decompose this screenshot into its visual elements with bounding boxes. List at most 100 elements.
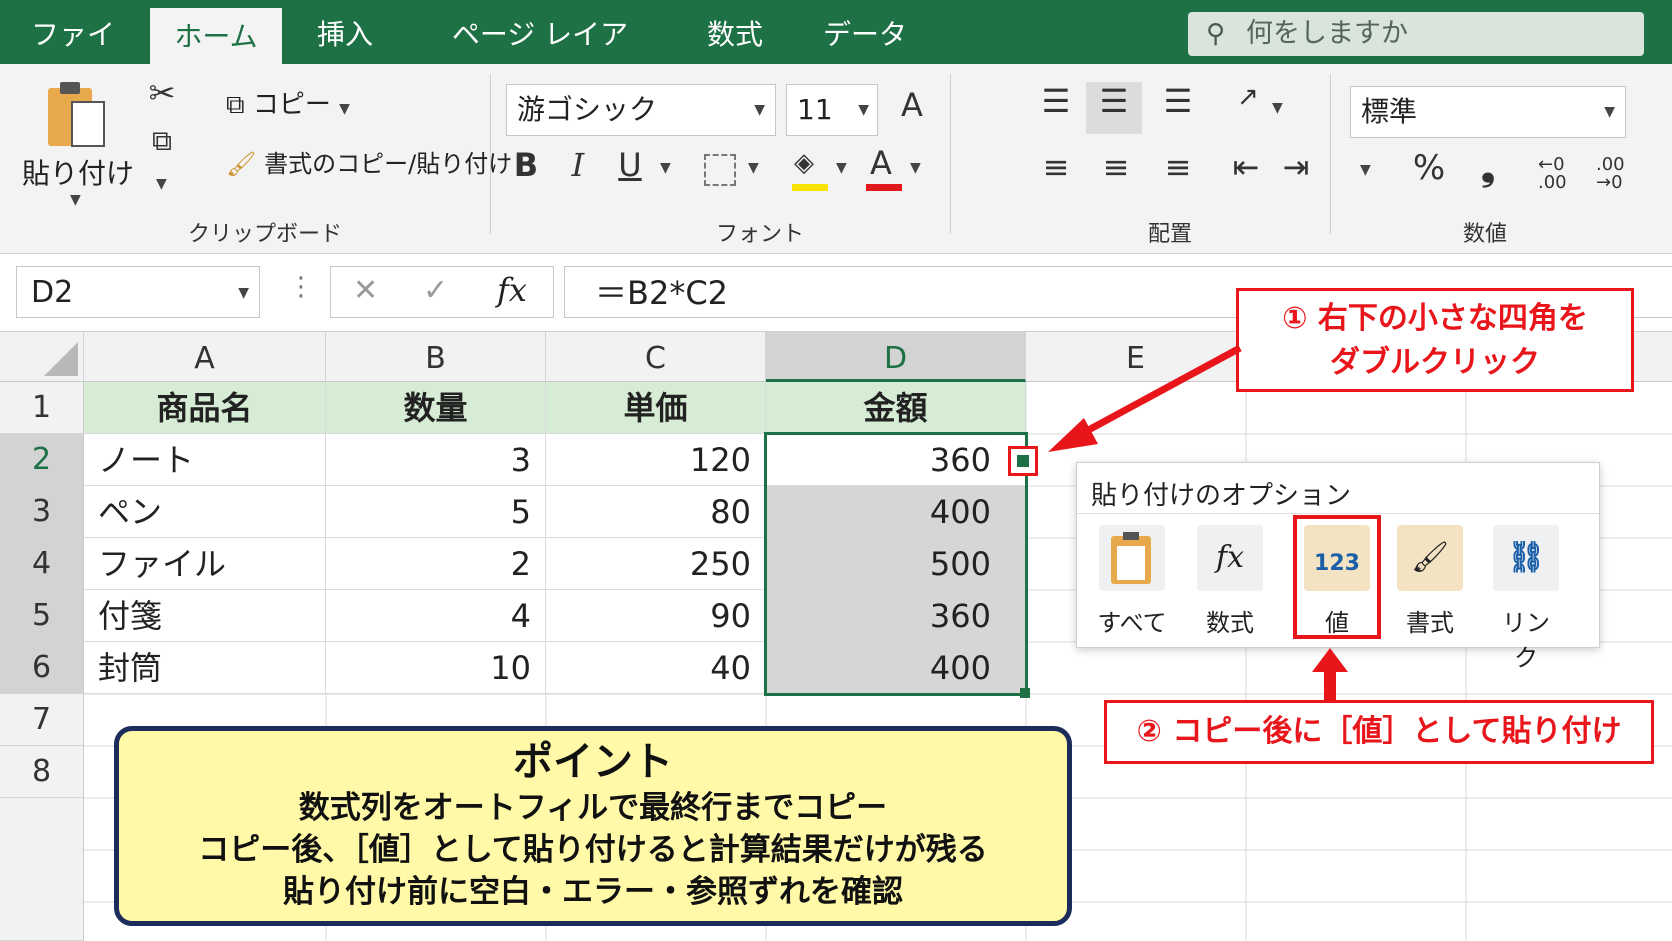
tab-file[interactable]: ファイル: [18, 0, 128, 121]
align-middle-icon[interactable]: ☰: [1086, 82, 1142, 134]
callout-double-click-line2: ダブルクリック: [1330, 345, 1540, 380]
paste-option-formatting[interactable]: 🖌 書式: [1395, 525, 1465, 639]
point-line-2: コピー後、［値］として貼り付けると計算結果だけが残る: [198, 832, 988, 868]
point-title: ポイント: [513, 739, 673, 785]
decrease-decimal-button[interactable]: .00 →0: [1596, 156, 1640, 192]
paste-option-formulas-label: 数式: [1206, 609, 1254, 637]
paste-option-all[interactable]: すべて: [1097, 525, 1167, 639]
tab-data[interactable]: データ: [810, 0, 920, 64]
text-orientation-icon[interactable]: ↗: [1228, 82, 1268, 112]
decrease-decimal-icon: →0: [1596, 172, 1623, 193]
tab-formulas[interactable]: 数式: [690, 0, 780, 64]
fill-color-button[interactable]: ◈: [790, 148, 830, 192]
column-header-a[interactable]: A: [84, 332, 326, 382]
fill-handle-highlight[interactable]: [1008, 446, 1038, 476]
underline-button[interactable]: U: [612, 146, 648, 184]
name-box[interactable]: D2 ▼: [16, 266, 260, 318]
copy-label: コピー: [252, 90, 331, 120]
align-right-icon[interactable]: ≡: [1158, 148, 1198, 186]
row-header-8[interactable]: 8: [0, 746, 84, 798]
point-note-box: ポイント 数式列をオートフィルで最終行までコピー コピー後、［値］として貼り付け…: [114, 726, 1072, 926]
tab-page-layout[interactable]: ページ レイアウト: [440, 0, 640, 121]
tab-insert[interactable]: 挿入: [300, 0, 390, 64]
italic-button[interactable]: I: [560, 146, 596, 184]
select-all-corner[interactable]: [0, 332, 84, 382]
copy-button[interactable]: ⧉ コピー ▼: [226, 84, 350, 124]
selection-corner-handle[interactable]: [1020, 688, 1030, 698]
copy-icon[interactable]: ⧉: [144, 124, 180, 158]
search-placeholder: 何をしますか: [1246, 18, 1408, 49]
row-header-4[interactable]: 4: [0, 538, 84, 590]
tab-home[interactable]: ホーム: [150, 8, 282, 64]
chevron-down-icon[interactable]: ▼: [156, 176, 167, 192]
paste-link-icon: ⛓: [1493, 525, 1559, 591]
chevron-down-icon: ▼: [238, 285, 249, 301]
chevron-down-icon: ▼: [339, 101, 350, 117]
paste-values-123-icon: 123: [1304, 525, 1370, 591]
chevron-down-icon[interactable]: ▼: [748, 160, 759, 176]
column-header-b[interactable]: B: [326, 332, 546, 382]
paste-format-brush-icon: 🖌: [1397, 525, 1463, 591]
chevron-down-icon: ▼: [1604, 104, 1615, 120]
callout-paste-values: ② コピー後に［値］として貼り付け: [1104, 700, 1654, 764]
format-painter-label: 書式のコピー/貼り付け: [264, 150, 513, 178]
chevron-down-icon[interactable]: ▼: [1272, 100, 1283, 116]
arrow-to-values-option: [1312, 648, 1348, 704]
chevron-down-icon[interactable]: ▼: [1360, 162, 1371, 178]
chevron-down-icon: ▼: [858, 102, 869, 118]
fill-handle[interactable]: [1017, 455, 1029, 467]
paste-option-link[interactable]: ⛓ リンク: [1491, 525, 1561, 672]
borders-icon[interactable]: [704, 154, 736, 186]
increase-decimal-button[interactable]: ←0.00: [1538, 156, 1582, 192]
decrease-indent-icon[interactable]: ⇤: [1226, 148, 1266, 186]
arrow-to-fill-handle: [1048, 344, 1242, 452]
bold-button[interactable]: B: [508, 146, 544, 184]
chevron-down-icon: ▼: [70, 192, 81, 208]
paste-option-formulas[interactable]: fx 数式: [1195, 525, 1265, 639]
paste-option-values[interactable]: 123 値: [1302, 525, 1372, 639]
search-icon: ⚲: [1206, 19, 1226, 49]
paste-button[interactable]: 貼り付け ▼: [22, 74, 134, 214]
font-color-button[interactable]: A: [864, 144, 904, 192]
fill-bucket-icon: ◈: [794, 148, 814, 178]
chevron-down-icon[interactable]: ▼: [836, 160, 847, 176]
percent-button[interactable]: %: [1404, 148, 1454, 188]
align-bottom-icon[interactable]: ☰: [1158, 82, 1198, 120]
align-center-icon[interactable]: ≡: [1096, 148, 1136, 186]
font-size-select[interactable]: 11 ▼: [786, 84, 878, 136]
name-box-value: D2: [31, 275, 74, 310]
comma-style-button[interactable]: ❟: [1468, 148, 1508, 190]
enter-check-icon[interactable]: ✓: [423, 273, 448, 308]
column-header-c[interactable]: C: [546, 332, 766, 382]
row-header-3[interactable]: 3: [0, 486, 84, 538]
group-divider: [950, 74, 951, 234]
row-header-1[interactable]: 1: [0, 382, 84, 434]
cut-scissors-icon[interactable]: ✂: [144, 74, 180, 112]
row-header-6[interactable]: 6: [0, 642, 84, 694]
chevron-down-icon[interactable]: ▼: [660, 160, 671, 176]
row-header-blank: [0, 798, 84, 941]
font-name-select[interactable]: 游ゴシック ▼: [506, 84, 776, 136]
align-left-icon[interactable]: ≡: [1036, 148, 1076, 186]
column-header-d[interactable]: D: [766, 332, 1026, 382]
ribbon: 貼り付け ▼ ✂ ⧉ ▼ ⧉ コピー ▼ 🖌 書式のコピー/貼り付け クリップボ…: [0, 64, 1672, 254]
grow-font-icon[interactable]: A: [892, 86, 932, 124]
more-options-dots-icon[interactable]: ⋮: [288, 272, 314, 302]
insert-function-fx-icon[interactable]: fx: [497, 271, 527, 309]
chevron-down-icon[interactable]: ▼: [910, 160, 921, 176]
row-header-7[interactable]: 7: [0, 694, 84, 746]
format-painter-button[interactable]: 🖌 書式のコピー/貼り付け: [226, 144, 512, 184]
popup-divider: [1077, 513, 1599, 514]
row-header-2[interactable]: 2: [0, 434, 84, 486]
tell-me-search-input[interactable]: ⚲ 何をしますか: [1188, 12, 1644, 56]
formula-fx-icon: fx: [1197, 525, 1263, 591]
row-header-5[interactable]: 5: [0, 590, 84, 642]
paste-label: 貼り付け: [22, 157, 135, 190]
align-top-icon[interactable]: ☰: [1036, 82, 1076, 120]
paste-option-link-label: リンク: [1502, 609, 1550, 672]
callout-double-click-line1: ① 右下の小さな四角を: [1282, 301, 1588, 336]
number-format-select[interactable]: 標準 ▼: [1350, 86, 1626, 138]
cancel-x-icon[interactable]: ✕: [353, 273, 378, 308]
number-group-label: 数値: [1462, 222, 1507, 247]
increase-indent-icon[interactable]: ⇥: [1276, 148, 1316, 186]
